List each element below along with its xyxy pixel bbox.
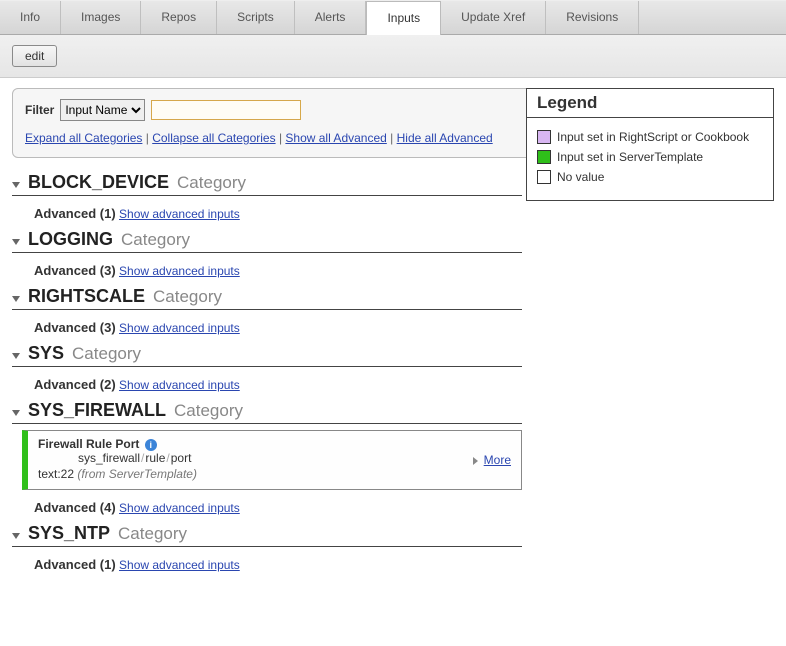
toolbar: edit <box>0 35 786 78</box>
show-advanced-link[interactable]: Show advanced inputs <box>119 207 240 221</box>
more-link[interactable]: More <box>473 453 511 467</box>
input-value: text:22 (from ServerTemplate) <box>38 467 511 481</box>
swatch-icon <box>537 130 551 144</box>
categories-list: BLOCK_DEVICE Category Advanced (1) Show … <box>12 172 522 572</box>
category-header[interactable]: RIGHTSCALE Category <box>12 286 522 310</box>
legend-item: Input set in ServerTemplate <box>537 150 763 164</box>
category-suffix: Category <box>153 287 222 307</box>
input-card-firewall-rule-port: Firewall Rule Port i sys_firewall/rule/p… <box>22 430 522 490</box>
category-suffix: Category <box>118 524 187 544</box>
triangle-right-icon <box>473 457 478 465</box>
swatch-icon <box>537 150 551 164</box>
category-header[interactable]: BLOCK_DEVICE Category <box>12 172 522 196</box>
swatch-icon <box>537 170 551 184</box>
tab-scripts[interactable]: Scripts <box>217 1 295 34</box>
advanced-count-label: Advanced (3) <box>34 263 116 278</box>
tab-revisions[interactable]: Revisions <box>546 1 639 34</box>
hide-all-advanced-link[interactable]: Hide all Advanced <box>397 131 493 145</box>
show-advanced-link[interactable]: Show advanced inputs <box>119 378 240 392</box>
legend-panel: Legend Input set in RightScript or Cookb… <box>526 88 774 201</box>
category-suffix: Category <box>121 230 190 250</box>
advanced-count-label: Advanced (1) <box>34 557 116 572</box>
show-advanced-link[interactable]: Show advanced inputs <box>119 264 240 278</box>
show-advanced-link[interactable]: Show advanced inputs <box>119 501 240 515</box>
category-header[interactable]: LOGGING Category <box>12 229 522 253</box>
triangle-down-icon <box>12 239 20 245</box>
category-header[interactable]: SYS_NTP Category <box>12 523 522 547</box>
tab-alerts[interactable]: Alerts <box>295 1 367 34</box>
legend-item: Input set in RightScript or Cookbook <box>537 130 763 144</box>
triangle-down-icon <box>12 182 20 188</box>
input-title: Firewall Rule Port <box>38 437 139 451</box>
category-name: SYS_FIREWALL <box>28 400 166 421</box>
info-icon[interactable]: i <box>145 439 157 451</box>
filter-input[interactable] <box>151 100 301 120</box>
tab-repos[interactable]: Repos <box>141 1 217 34</box>
category-suffix: Category <box>174 401 243 421</box>
triangle-down-icon <box>12 410 20 416</box>
category-header[interactable]: SYS_FIREWALL Category <box>12 400 522 424</box>
filter-label: Filter <box>25 103 54 117</box>
advanced-count-label: Advanced (1) <box>34 206 116 221</box>
edit-button[interactable]: edit <box>12 45 57 67</box>
category: SYS Category Advanced (2) Show advanced … <box>12 343 522 392</box>
triangle-down-icon <box>12 353 20 359</box>
legend-item-label: Input set in RightScript or Cookbook <box>557 130 749 144</box>
category: SYS_NTP Category Advanced (1) Show advan… <box>12 523 522 572</box>
triangle-down-icon <box>12 296 20 302</box>
category: LOGGING Category Advanced (3) Show advan… <box>12 229 522 278</box>
tab-inputs[interactable]: Inputs <box>366 1 441 35</box>
category-name: BLOCK_DEVICE <box>28 172 169 193</box>
category: RIGHTSCALE Category Advanced (3) Show ad… <box>12 286 522 335</box>
category-name: RIGHTSCALE <box>28 286 145 307</box>
legend-item-label: No value <box>557 170 604 184</box>
category-header[interactable]: SYS Category <box>12 343 522 367</box>
input-path: sys_firewall/rule/port <box>78 451 511 465</box>
category-name: SYS <box>28 343 64 364</box>
show-advanced-link[interactable]: Show advanced inputs <box>119 558 240 572</box>
category-suffix: Category <box>72 344 141 364</box>
category: BLOCK_DEVICE Category Advanced (1) Show … <box>12 172 522 221</box>
tab-bar: Info Images Repos Scripts Alerts Inputs … <box>0 0 786 35</box>
legend-item: No value <box>537 170 763 184</box>
tab-images[interactable]: Images <box>61 1 141 34</box>
legend-item-label: Input set in ServerTemplate <box>557 150 703 164</box>
advanced-count-label: Advanced (3) <box>34 320 116 335</box>
content-area: Filter Input Name Expand all Categories … <box>0 78 786 586</box>
collapse-all-link[interactable]: Collapse all Categories <box>152 131 275 145</box>
triangle-down-icon <box>12 533 20 539</box>
category-suffix: Category <box>177 173 246 193</box>
show-advanced-link[interactable]: Show advanced inputs <box>119 321 240 335</box>
category: SYS_FIREWALL Category Firewall Rule Port… <box>12 400 522 515</box>
tab-update-xref[interactable]: Update Xref <box>441 1 546 34</box>
category-name: LOGGING <box>28 229 113 250</box>
show-all-advanced-link[interactable]: Show all Advanced <box>285 131 386 145</box>
category-name: SYS_NTP <box>28 523 110 544</box>
legend-title: Legend <box>527 89 773 118</box>
tab-info[interactable]: Info <box>0 1 61 34</box>
expand-all-link[interactable]: Expand all Categories <box>25 131 142 145</box>
filter-field-select[interactable]: Input Name <box>60 99 145 121</box>
advanced-count-label: Advanced (2) <box>34 377 116 392</box>
advanced-count-label: Advanced (4) <box>34 500 116 515</box>
